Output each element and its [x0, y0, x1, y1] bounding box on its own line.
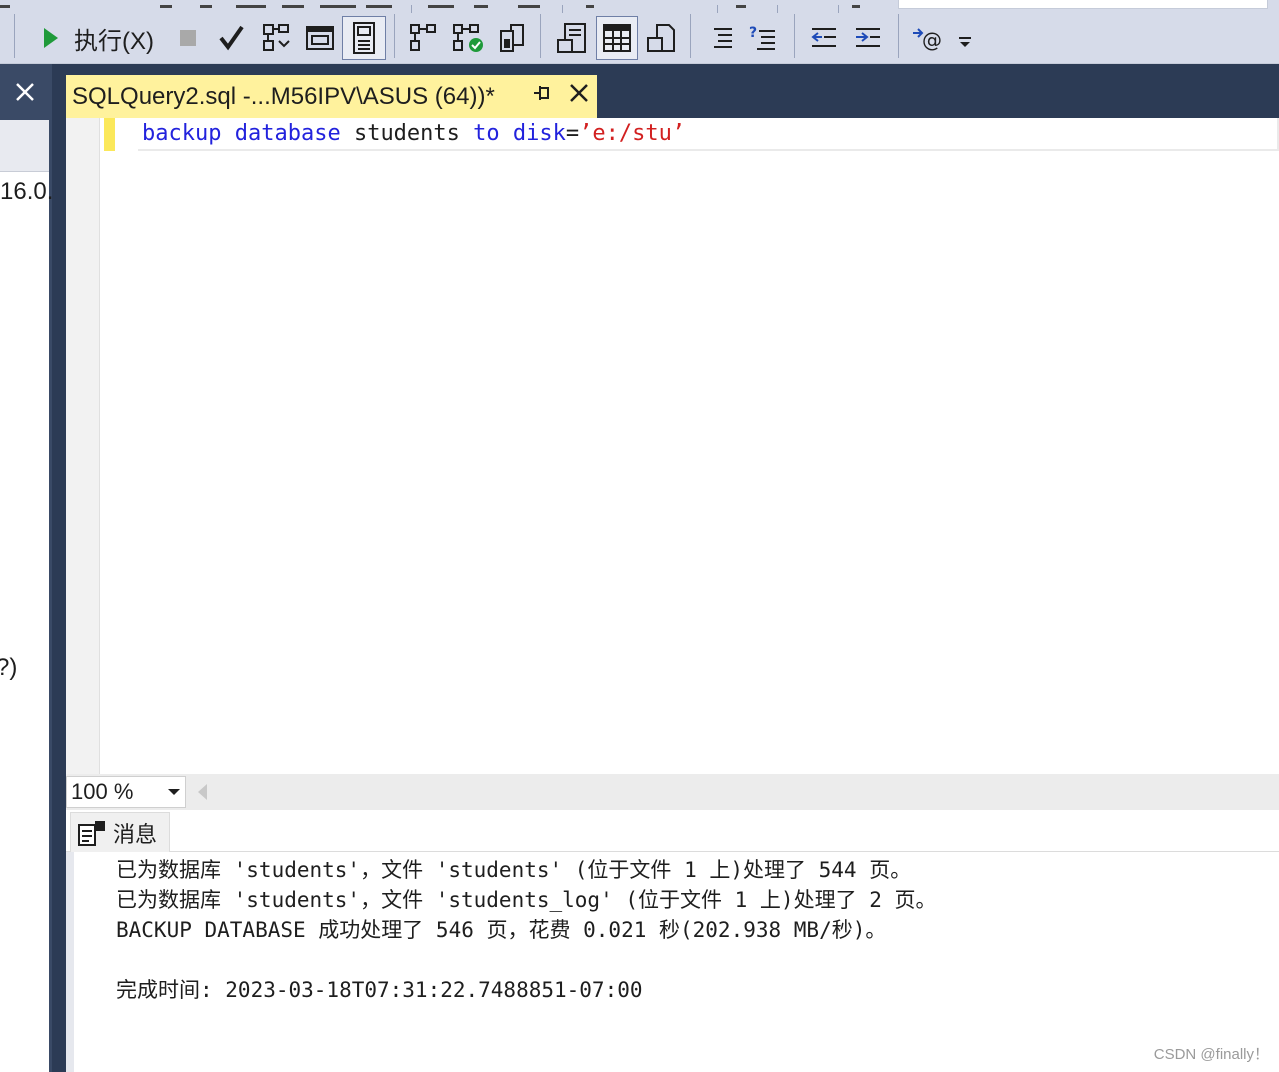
- tab-messages[interactable]: 消息: [70, 812, 170, 852]
- query-editor[interactable]: backup database students to disk=’e:/stu…: [66, 118, 1279, 774]
- tab-messages-label: 消息: [113, 821, 158, 847]
- keyword-token: disk: [512, 121, 566, 146]
- quick-launch-search[interactable]: [898, 0, 1268, 9]
- editor-zoom-bar: 100 %: [66, 774, 1279, 810]
- object-explorer-panel: 16.0. ?): [0, 64, 53, 1072]
- execute-button[interactable]: 执行(X): [30, 16, 160, 60]
- indent-icon: [856, 28, 880, 47]
- keyword-token: to: [473, 121, 500, 146]
- toolbar-separator: [394, 14, 395, 58]
- object-explorer-header: [0, 64, 49, 120]
- results-to-text-mode-button[interactable]: [552, 16, 592, 60]
- toolbar-overflow-fragments: [0, 5, 860, 13]
- messages-icon: [78, 820, 105, 846]
- close-icon[interactable]: [14, 81, 36, 103]
- watermark: CSDN @finally！: [1153, 1046, 1269, 1063]
- results-grid-icon: [603, 24, 631, 52]
- execute-label: 执行(X): [74, 27, 154, 55]
- keyword-token: backup: [142, 121, 222, 146]
- zoom-dropdown[interactable]: 100 %: [66, 776, 186, 808]
- results-to-text-button[interactable]: [342, 16, 386, 60]
- completion-time-line: 完成时间: 2023-03-18T07:31:22.7488851-07:00: [116, 978, 643, 1002]
- query-options-button[interactable]: [302, 16, 338, 60]
- toolbar-separator: [540, 14, 541, 58]
- comment-button[interactable]: [702, 16, 738, 60]
- messages-output[interactable]: 已为数据库 'students'，文件 'students' (位于文件 1 上…: [66, 852, 1279, 1072]
- tab-title: SQLQuery2.sql -...M56IPV\ASUS (64))*: [72, 82, 495, 110]
- message-line: BACKUP DATABASE 成功处理了 546 页，花费 0.021 秒(2…: [116, 918, 887, 942]
- parse-icon: [219, 25, 244, 51]
- display-estimated-plan-button[interactable]: [258, 16, 294, 60]
- results-to-grid-button[interactable]: [596, 16, 638, 60]
- overflow-icon: [959, 37, 971, 47]
- live-statistics-button[interactable]: [492, 16, 530, 60]
- ssms-window: 执行(X) ? @ 16.0.) SQLQuery2.sql -...M56I…: [0, 0, 1279, 1072]
- chevron-down-icon: [163, 787, 185, 797]
- close-icon[interactable]: [569, 83, 589, 103]
- unsaved-change-marker: [104, 118, 115, 151]
- outdent-icon: [811, 28, 836, 47]
- decrease-indent-button[interactable]: [806, 16, 842, 60]
- scroll-left-icon[interactable]: [198, 784, 207, 800]
- results-to-file-button[interactable]: [642, 16, 680, 60]
- execute-icon: [44, 28, 58, 48]
- stop-icon: [180, 30, 196, 46]
- query-options-icon: [306, 26, 334, 50]
- keyword-token: database: [234, 121, 341, 146]
- string-token: ’e:/stu’: [579, 121, 686, 146]
- svg-text:?: ?: [749, 25, 757, 41]
- message-line: 已为数据库 'students'，文件 'students_log' (位于文件…: [116, 888, 937, 912]
- panel-divider[interactable]: [52, 64, 66, 1072]
- toolbar-separator: [690, 14, 691, 58]
- tab-sqlquery2[interactable]: SQLQuery2.sql -...M56IPV\ASUS (64))*: [66, 75, 597, 118]
- identifier-token: students: [340, 121, 474, 146]
- uncomment-button[interactable]: ?: [744, 16, 780, 60]
- editor-gutter: [66, 118, 100, 774]
- live-stats-icon: [500, 24, 524, 52]
- results-text-mode-icon: [557, 23, 586, 53]
- zoom-value: 100 %: [71, 779, 134, 804]
- results-to-text-icon: [353, 22, 375, 54]
- results-pane: 消息 已为数据库 'students'，文件 'students' (位于文件 …: [66, 810, 1279, 1072]
- specify-values-icon: @: [913, 28, 942, 52]
- results-file-icon: [647, 24, 675, 52]
- specify-template-values-button[interactable]: @: [908, 16, 948, 60]
- tree-node-fragment[interactable]: ?): [0, 654, 17, 682]
- code-line-1[interactable]: backup database students to disk=’e:/stu…: [142, 121, 685, 146]
- object-explorer-toolbar: [0, 120, 49, 172]
- toolbar-separator: [14, 14, 15, 58]
- toolbar-separator: [898, 14, 899, 58]
- cancel-execution-button[interactable]: [174, 16, 202, 60]
- include-actual-plan-button[interactable]: [404, 16, 442, 60]
- operator-token: =: [565, 121, 580, 146]
- parse-button[interactable]: [214, 16, 248, 60]
- client-stats-icon: [453, 24, 483, 52]
- server-version-text[interactable]: 16.0.: [0, 178, 53, 206]
- message-line: 已为数据库 'students'，文件 'students' (位于文件 1 上…: [116, 858, 912, 882]
- svg-text:@: @: [922, 28, 942, 52]
- document-tab-well: SQLQuery2.sql -...M56IPV\ASUS (64))*: [66, 64, 1279, 118]
- client-statistics-button[interactable]: [448, 16, 486, 60]
- include-plan-icon: [410, 24, 436, 51]
- toolbar-overflow-button[interactable]: [954, 16, 976, 60]
- display-plan-icon: [263, 24, 290, 51]
- pin-icon[interactable]: [531, 83, 551, 103]
- results-tab-bar: 消息: [66, 810, 1279, 852]
- comment-icon: [714, 28, 732, 48]
- toolbar-separator: [794, 14, 795, 58]
- increase-indent-button[interactable]: [850, 16, 886, 60]
- toolbar: 执行(X) ? @: [0, 0, 1279, 64]
- uncomment-icon: ?: [749, 25, 775, 50]
